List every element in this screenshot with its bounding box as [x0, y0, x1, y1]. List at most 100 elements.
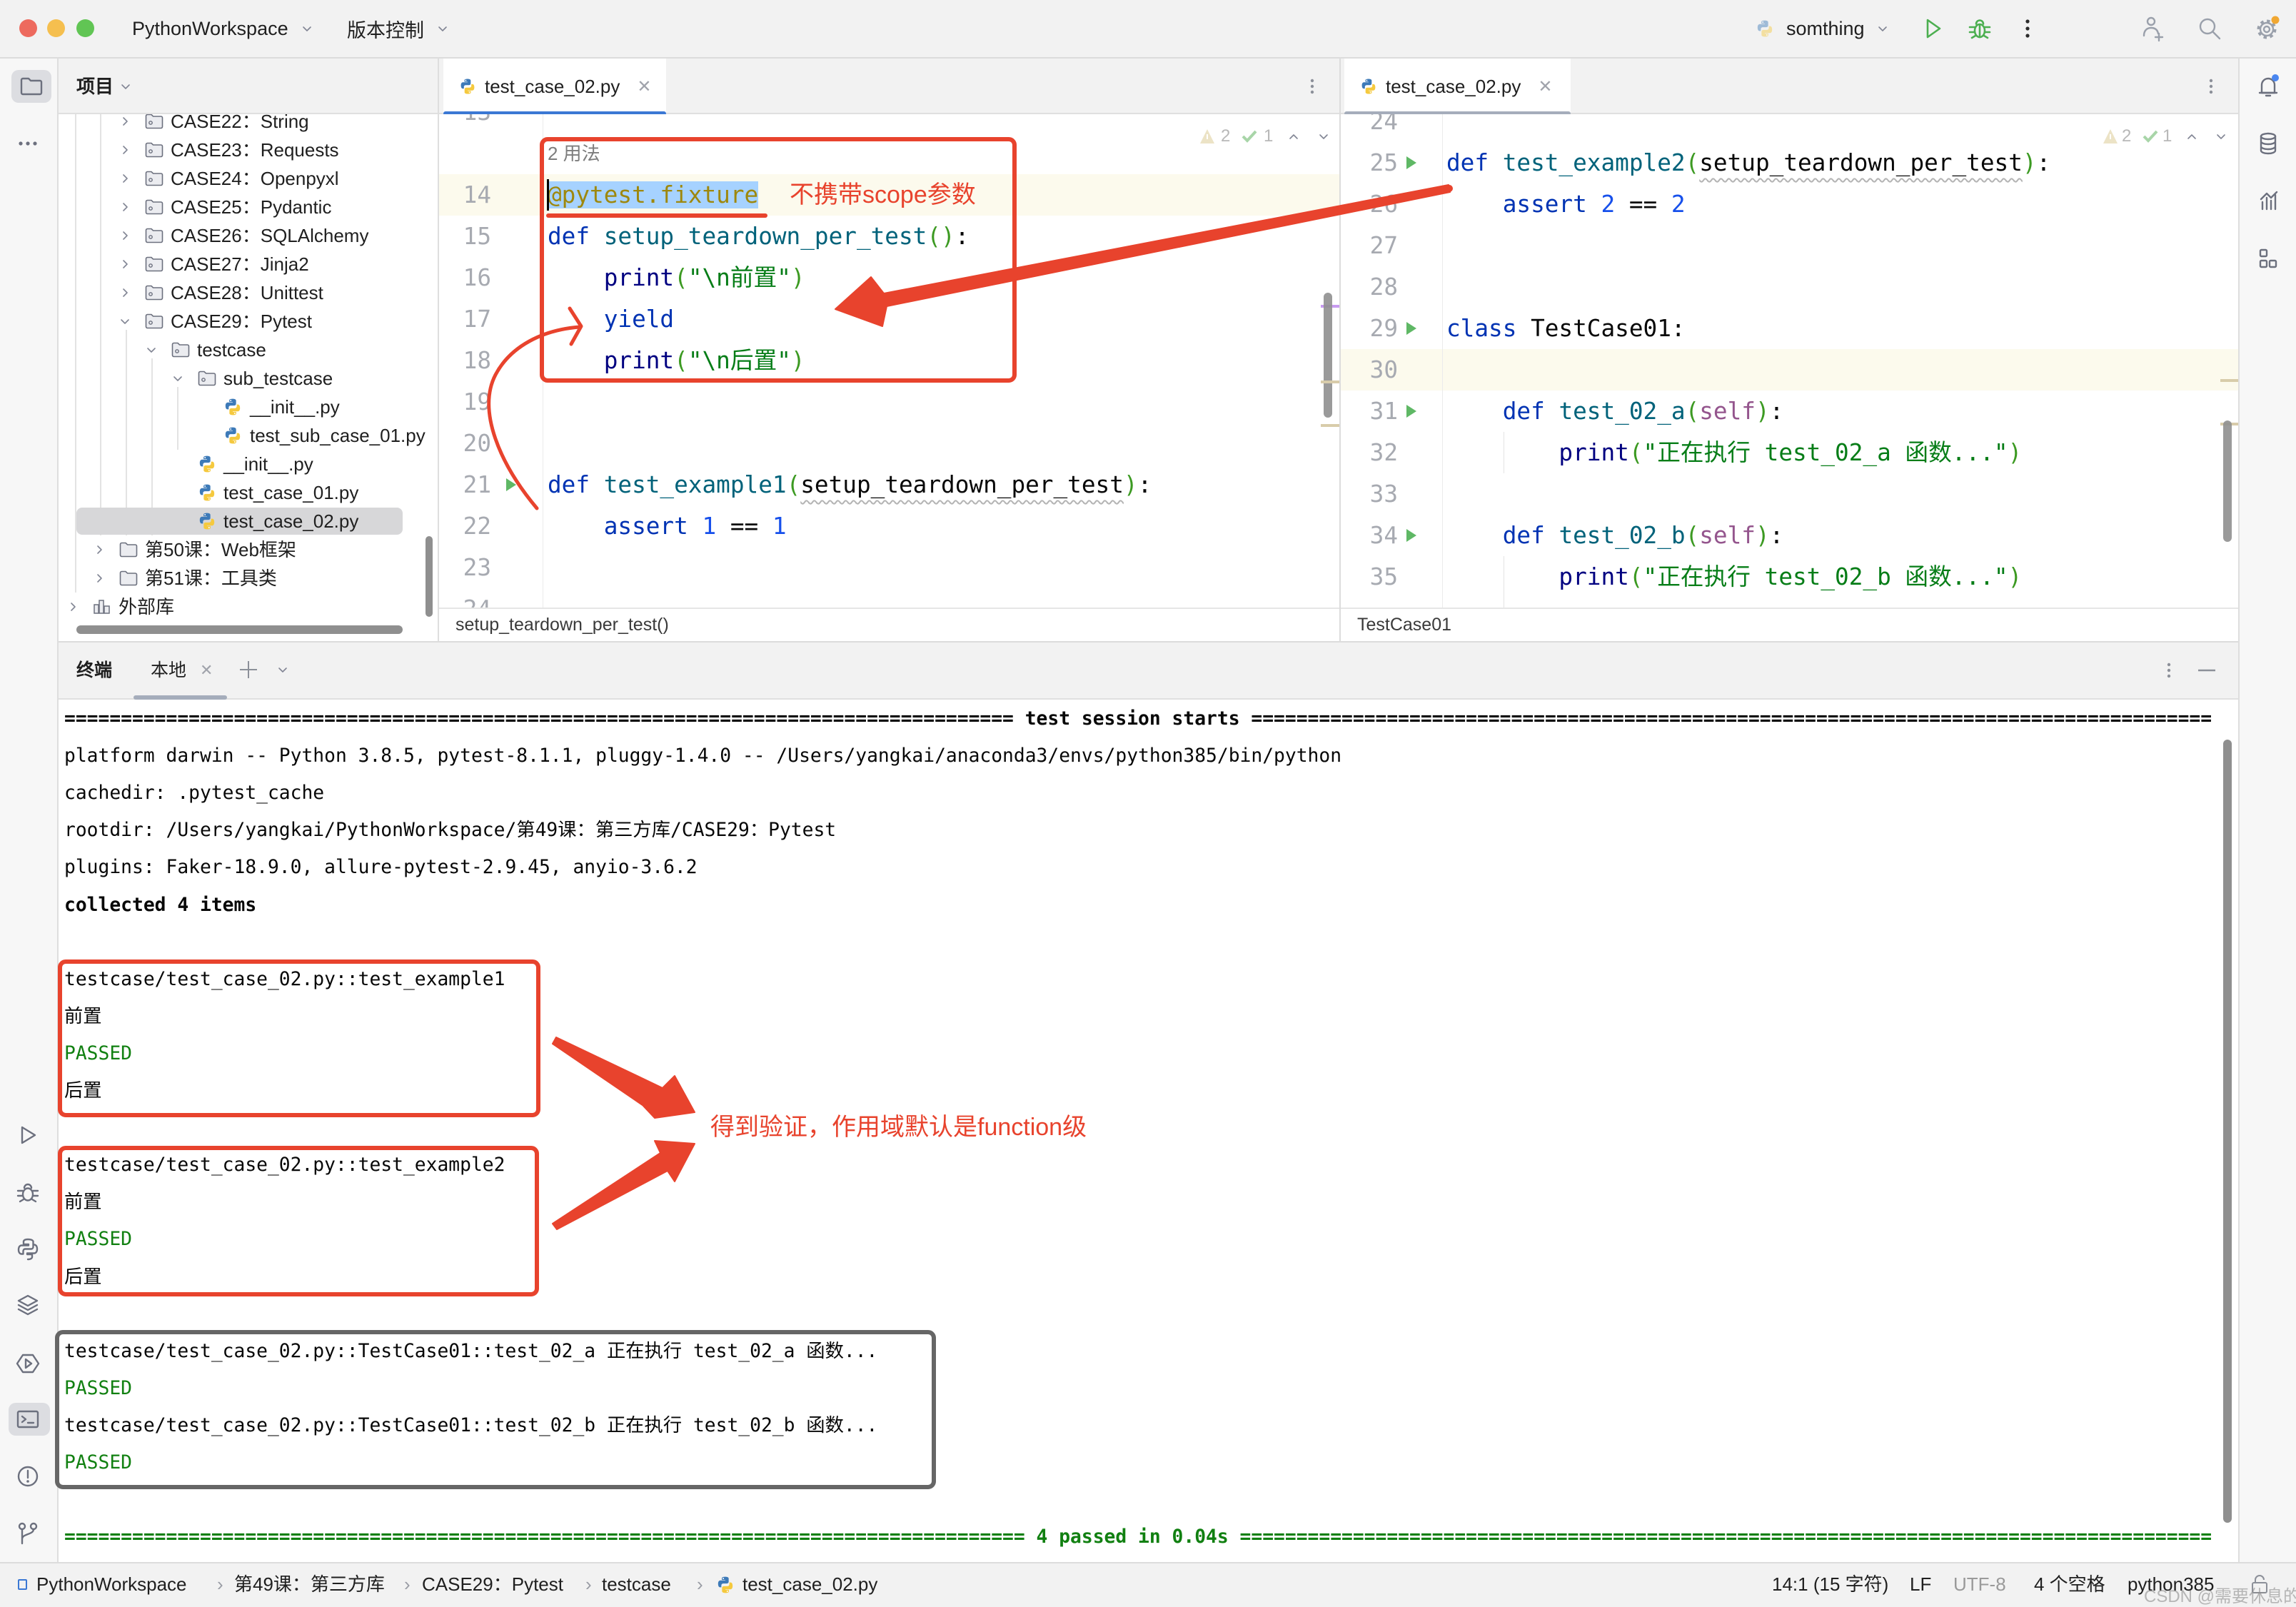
tree-item[interactable]: CASE29：Pytest — [59, 307, 438, 336]
code-line[interactable]: 18 print("\n后置") — [439, 340, 1339, 381]
more-horizontal-icon[interactable] — [14, 129, 42, 158]
code-line[interactable]: 29 class TestCase01: — [1341, 308, 2238, 349]
code-line[interactable]: 17 yield — [439, 298, 1339, 340]
project-vertical-scrollbar[interactable] — [426, 536, 433, 617]
editor-vertical-scrollbar[interactable] — [1324, 293, 1332, 418]
tree-item[interactable]: CASE28：Unittest — [59, 278, 438, 307]
code-line[interactable]: 25 def test_example2(setup_teardown_per_… — [1341, 142, 2238, 183]
minimize-panel-icon[interactable] — [2192, 656, 2221, 685]
chevron-down-icon[interactable] — [120, 81, 131, 92]
code-line[interactable]: 27 — [1341, 225, 2238, 266]
code-line[interactable]: 14 @pytest.fixture — [439, 174, 1339, 216]
project-switcher[interactable]: PythonWorkspace — [132, 0, 313, 57]
code-line[interactable]: 23 — [439, 547, 1339, 588]
caret-position[interactable]: 14:1 (15 字符) — [1772, 1563, 1888, 1605]
structure-icon[interactable] — [2254, 245, 2282, 273]
new-tab-plus-icon[interactable] — [238, 659, 259, 680]
chevron-right-icon[interactable] — [119, 230, 131, 241]
zoom-window-button[interactable] — [76, 19, 94, 37]
code-line[interactable]: 33 — [1341, 473, 2238, 515]
code-line[interactable]: 30 — [1341, 349, 2238, 391]
chevron-right-icon[interactable] — [94, 573, 105, 584]
debug-icon[interactable] — [14, 1178, 42, 1206]
editor-tab[interactable]: test_case_02.py ✕ — [1344, 59, 1571, 116]
tree-item[interactable]: 外部库 — [59, 593, 438, 621]
chevron-right-icon[interactable] — [119, 287, 131, 298]
close-window-button[interactable] — [19, 19, 37, 37]
file-encoding[interactable]: UTF-8 — [1953, 1563, 2006, 1605]
editor-breadcrumb[interactable]: setup_teardown_per_test() — [439, 608, 1339, 641]
add-user-icon[interactable] — [2138, 14, 2167, 43]
project-panel-title[interactable]: 项目 — [76, 59, 114, 114]
tree-item[interactable]: test_sub_case_01.py — [59, 421, 438, 450]
terminal-icon[interactable] — [14, 1405, 42, 1434]
minimize-window-button[interactable] — [47, 19, 65, 37]
chevron-right-icon[interactable] — [119, 258, 131, 270]
code-line[interactable]: 28 — [1341, 266, 2238, 308]
tree-item[interactable]: CASE22：String — [59, 114, 438, 136]
run-test-icon[interactable] — [505, 477, 518, 493]
chevron-right-icon[interactable] — [119, 201, 131, 213]
more-vertical-icon[interactable] — [2155, 656, 2183, 685]
project-horizontal-scrollbar[interactable] — [76, 625, 403, 634]
chevron-right-icon[interactable] — [67, 601, 79, 613]
breadcrumb-folder[interactable]: testcase — [602, 1563, 671, 1605]
database-icon[interactable] — [2254, 129, 2282, 158]
chevron-right-icon[interactable] — [119, 173, 131, 184]
code-line[interactable]: 32 print("正在执行 test_02_a 函数...") — [1341, 432, 2238, 473]
layers-icon[interactable] — [14, 1291, 42, 1319]
indent-setting[interactable]: 4 个空格 — [2034, 1563, 2105, 1605]
git-icon[interactable] — [14, 1519, 42, 1548]
run-test-icon[interactable] — [1405, 155, 1418, 171]
breadcrumb-project[interactable]: PythonWorkspace — [36, 1563, 187, 1605]
code-line[interactable]: 26 assert 2 == 2 — [1341, 183, 2238, 225]
code-line[interactable]: 24 — [439, 588, 1339, 608]
code-line[interactable]: 19 — [439, 381, 1339, 423]
debug-icon[interactable] — [1965, 14, 1994, 43]
code-line[interactable]: 24 — [1341, 114, 2238, 142]
editor-tab-active[interactable]: test_case_02.py ✕ — [443, 59, 666, 116]
vcs-menu[interactable]: 版本控制 — [347, 0, 448, 57]
tree-item[interactable]: CASE23：Requests — [59, 136, 438, 164]
close-tab-icon[interactable]: ✕ — [637, 76, 651, 97]
code-line[interactable]: 15 def setup_teardown_per_test(): — [439, 216, 1339, 257]
tree-item[interactable]: __init__.py — [59, 393, 438, 421]
run-test-icon[interactable] — [1405, 321, 1418, 336]
code-editor[interactable]: 2 1 13 2 用法 14 @pytest.fixture 15 def se… — [439, 114, 1339, 608]
run-configuration-selector[interactable]: somthing — [1756, 0, 1888, 57]
terminal-tab-local[interactable]: 本地 — [151, 643, 186, 698]
settings-icon[interactable] — [2252, 14, 2281, 43]
code-line[interactable]: 13 — [439, 114, 1339, 133]
problems-icon[interactable] — [14, 1462, 42, 1491]
chevron-right-icon[interactable] — [119, 116, 131, 127]
chevron-right-icon[interactable] — [119, 144, 131, 156]
more-vertical-icon[interactable] — [2197, 72, 2225, 101]
chevron-down-icon[interactable] — [146, 344, 157, 356]
tree-item[interactable]: 第51课：工具类 — [59, 564, 438, 593]
chevron-down-icon[interactable] — [172, 373, 183, 384]
code-line[interactable]: 34 def test_02_b(self): — [1341, 515, 2238, 556]
chevron-right-icon[interactable] — [94, 544, 105, 555]
usages-inlay-hint[interactable]: 2 用法 — [548, 133, 600, 174]
breadcrumb-file[interactable]: test_case_02.py — [742, 1563, 877, 1605]
more-vertical-icon[interactable] — [2013, 14, 2042, 43]
run-icon[interactable] — [1918, 14, 1947, 43]
chevron-down-icon[interactable] — [119, 316, 131, 327]
tree-item[interactable]: CASE24：Openpyxl — [59, 164, 438, 193]
code-line[interactable]: 21 def test_example1(setup_teardown_per_… — [439, 464, 1339, 505]
tree-item[interactable]: sub_testcase — [59, 364, 438, 393]
tree-item[interactable]: CASE25：Pydantic — [59, 193, 438, 221]
tree-item[interactable]: test_case_01.py — [59, 478, 438, 507]
close-tab-icon[interactable]: ✕ — [1538, 76, 1552, 97]
breadcrumb-lesson[interactable]: 第49课：第三方库 — [234, 1563, 385, 1605]
tree-item[interactable]: CASE26：SQLAlchemy — [59, 221, 438, 250]
notifications-icon[interactable] — [2254, 72, 2282, 101]
sciview-icon[interactable] — [2254, 186, 2282, 215]
run-test-icon[interactable] — [1405, 528, 1418, 543]
terminal-vertical-scrollbar[interactable] — [2223, 740, 2232, 1523]
tree-item[interactable]: __init__.py — [59, 450, 438, 478]
line-separator[interactable]: LF — [1910, 1563, 1931, 1605]
tree-item[interactable]: testcase — [59, 336, 438, 364]
search-icon[interactable] — [2195, 14, 2224, 43]
tree-item-selected[interactable]: test_case_02.py — [59, 507, 438, 535]
